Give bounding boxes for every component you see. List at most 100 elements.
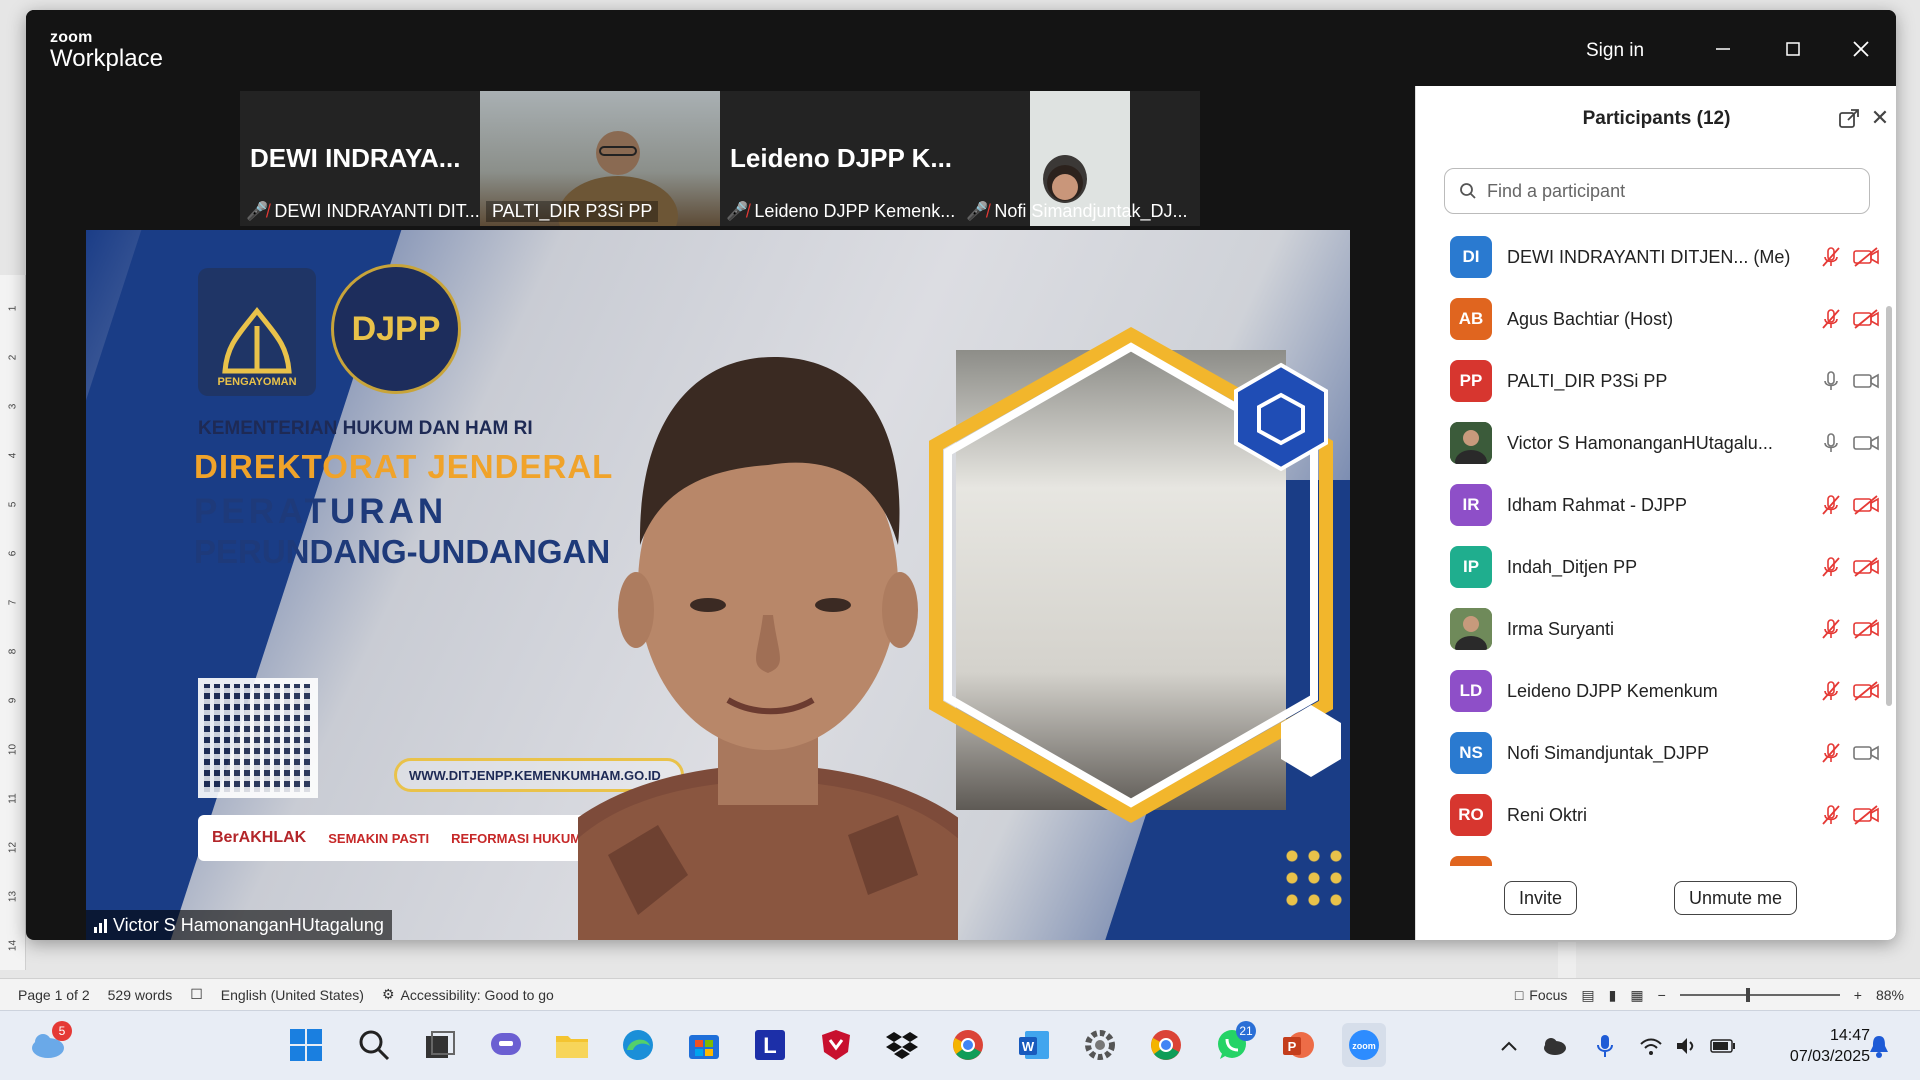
active-speaker-video[interactable]: PENGAYOMAN DJPP KEMENTERIAN HUKUM DAN HA… [86,230,1350,940]
mic-muted-icon[interactable] [1820,804,1842,826]
task-view-button[interactable] [418,1023,462,1067]
zoom-slider-thumb[interactable] [1745,988,1750,1002]
search-input[interactable] [1487,180,1847,202]
video-off-icon[interactable] [1852,680,1880,702]
ruler-tick: 7 [7,599,19,606]
volume-tray[interactable] [1674,1033,1700,1059]
word-button[interactable]: W [1012,1023,1056,1067]
close-window-button[interactable] [1846,34,1876,64]
video-off-icon[interactable] [1852,246,1880,268]
mic-muted-icon[interactable] [1820,494,1842,516]
microphone-tray[interactable] [1592,1033,1618,1059]
participant-row[interactable]: RO Reni Oktri [1416,784,1896,846]
print-layout-icon[interactable]: ▮ [1609,987,1617,1004]
whatsapp-button[interactable]: 21 [1210,1021,1256,1067]
thumbnail-tile[interactable]: DEWI INDRAYA... 🎤̸ DEWI INDRAYANTI DIT... [240,91,480,226]
weather-widget[interactable]: 5 [26,1021,72,1067]
app-l-button[interactable]: L [748,1023,792,1067]
proofing-icon[interactable]: ☐ [190,986,203,1003]
participant-search[interactable] [1444,168,1870,214]
avatar: NS [1450,732,1492,774]
language-status[interactable]: English (United States) [221,987,364,1003]
antivirus-button[interactable] [814,1023,858,1067]
participant-row[interactable]: LD Leideno DJPP Kemenkum [1416,660,1896,722]
video-off-icon[interactable] [1852,556,1880,578]
video-off-icon[interactable] [1852,804,1880,826]
thumbnail-tile[interactable]: PALTI_DIR P3Si PP [480,91,720,226]
mic-muted-icon[interactable] [1820,556,1842,578]
zoom-in-icon[interactable]: + [1854,987,1862,1003]
video-camera-icon[interactable] [1852,742,1880,764]
search-icon [359,1030,390,1061]
popout-icon[interactable] [1838,108,1860,130]
search-button[interactable] [352,1023,396,1067]
video-off-icon[interactable] [1852,494,1880,516]
clock[interactable]: 14:47 07/03/2025 [1760,1025,1870,1067]
close-panel-icon[interactable]: ✕ [1868,106,1892,130]
show-hidden-icons[interactable] [1496,1033,1522,1059]
video-thumbnail-strip: DEWI INDRAYA... 🎤̸ DEWI INDRAYANTI DIT...… [240,91,1200,226]
store-button[interactable] [682,1023,726,1067]
participant-row[interactable]: AB Agus Bachtiar (Host) [1416,288,1896,350]
wifi-tray[interactable] [1638,1033,1664,1059]
onedrive-tray[interactable] [1542,1033,1568,1059]
page-count[interactable]: Page 1 of 2 [18,987,90,1003]
video-camera-icon[interactable] [1852,432,1880,454]
start-button[interactable] [284,1023,328,1067]
participant-row[interactable]: Irma Suryanti [1416,598,1896,660]
word-scrollbar[interactable] [1558,942,1576,978]
focus-button[interactable]: □ Focus [1515,987,1568,1003]
dropbox-button[interactable] [880,1023,924,1067]
file-explorer-button[interactable] [550,1023,594,1067]
participant-row-partial[interactable] [1450,856,1492,866]
speaker-name-tag: Victor S HamonanganHUtagalung [86,910,392,940]
zoom-level[interactable]: 88% [1876,987,1904,1003]
thumbnail-tile[interactable]: Leideno DJPP K... 🎤̸ Leideno DJPP Kemenk.… [720,91,960,226]
mic-muted-icon[interactable] [1820,246,1842,268]
participant-list: DI DEWI INDRAYANTI DITJEN... (Me) AB Agus B… [1416,226,1896,866]
participant-row[interactable]: NS Nofi Simandjuntak_DJPP [1416,722,1896,784]
mic-muted-icon[interactable] [1820,618,1842,640]
strip-logo-3: REFORMASI HUKUM [451,830,582,846]
scrollbar-thumb[interactable] [1886,306,1892,706]
sign-in-button[interactable]: Sign in [1586,40,1644,62]
battery-icon [1710,1039,1735,1053]
zoom-taskbar-button[interactable]: zoom [1342,1023,1386,1067]
minimize-button[interactable] [1708,34,1738,64]
powerpoint-button[interactable]: P [1276,1023,1320,1067]
chrome-button[interactable] [946,1023,990,1067]
edge-browser-button[interactable] [616,1023,660,1067]
video-off-icon[interactable] [1852,618,1880,640]
participant-list-scrollbar[interactable] [1886,226,1894,846]
web-layout-icon[interactable]: ▦ [1630,987,1643,1004]
battery-tray[interactable] [1710,1033,1736,1059]
video-off-icon[interactable] [1852,308,1880,330]
mic-muted-icon[interactable] [1820,742,1842,764]
invite-button[interactable]: Invite [1504,881,1578,915]
maximize-button[interactable] [1778,34,1808,64]
zoom-slider[interactable] [1679,988,1840,1002]
thumbnail-tile[interactable]: 🎤̸ Nofi Simandjuntak_DJ... [960,91,1200,226]
mic-muted-icon[interactable] [1820,308,1842,330]
word-count[interactable]: 529 words [108,987,173,1003]
participant-row[interactable]: IP Indah_Ditjen PP [1416,536,1896,598]
read-mode-icon[interactable]: ▤ [1581,987,1594,1004]
participant-row[interactable]: Victor S HamonanganHUtagalu... [1416,412,1896,474]
mic-muted-icon[interactable] [1820,680,1842,702]
microphone-icon[interactable] [1820,432,1842,454]
notifications-tray[interactable] [1866,1033,1892,1059]
accessibility-status[interactable]: ⚙ Accessibility: Good to go [382,986,554,1003]
participant-row[interactable]: IR Idham Rahmat - DJPP [1416,474,1896,536]
settings-button[interactable] [1078,1023,1122,1067]
video-camera-icon[interactable] [1852,370,1880,392]
chrome-profile-button[interactable] [1144,1023,1188,1067]
microphone-icon[interactable] [1820,370,1842,392]
unmute-me-button[interactable]: Unmute me [1674,881,1798,915]
zoom-out-icon[interactable]: − [1658,987,1666,1003]
participant-row[interactable]: DI DEWI INDRAYANTI DITJEN... (Me) [1416,226,1896,288]
participant-row[interactable]: PP PALTI_DIR P3Si PP [1416,350,1896,412]
windows-taskbar: 5 L W 21 P zoom 14:47 07/03/2025 [0,1010,1920,1080]
word-icon: W [1019,1031,1049,1059]
teams-chat-button[interactable] [484,1023,528,1067]
clock-date: 07/03/2025 [1789,1048,1870,1065]
